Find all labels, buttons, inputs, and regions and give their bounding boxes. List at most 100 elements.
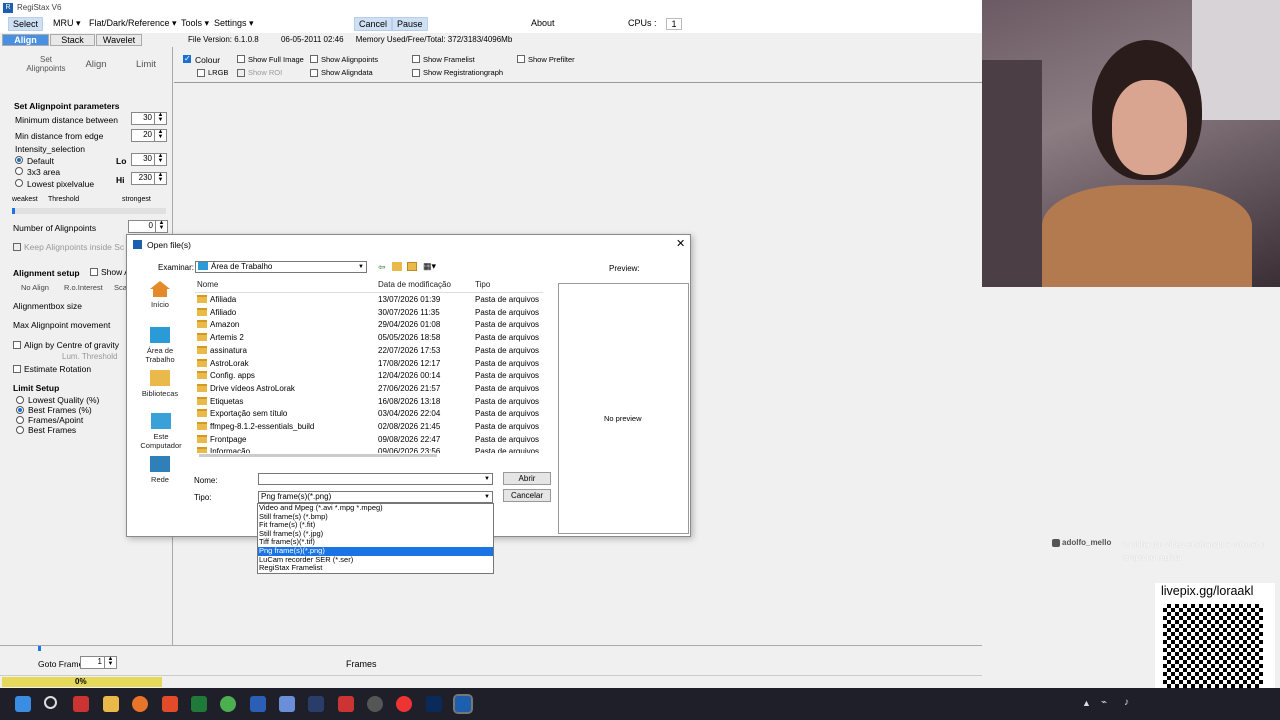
abrir-button[interactable]: Abrir [503, 472, 551, 485]
nav-area-trabalho[interactable]: Área de Trabalho [136, 327, 184, 364]
lowest-pixel-radio[interactable] [15, 179, 23, 187]
filetype-option[interactable]: RegiStax Framelist [258, 564, 493, 573]
word-icon[interactable] [250, 696, 266, 712]
search-icon[interactable] [44, 696, 57, 709]
no-align-button[interactable]: No Align [21, 283, 49, 292]
media-player-icon[interactable] [396, 696, 412, 712]
estimate-rotation-checkbox[interactable] [13, 365, 21, 373]
tray-chevron-icon[interactable]: ▲ [1082, 698, 1091, 708]
hi-spinner[interactable]: 230 ▲ ▼ [131, 172, 167, 185]
area3x3-radio[interactable] [15, 167, 23, 175]
lo-spinner[interactable]: 30 ▲ ▼ [131, 153, 167, 166]
list-item[interactable]: ffmpeg-8.1.2-essentials_build 02/08/2026… [197, 422, 539, 435]
show-framelist-checkbox[interactable] [412, 55, 420, 63]
default-radio[interactable] [15, 156, 23, 164]
network-tray-icon[interactable]: ⌁ [1101, 697, 1107, 708]
menu-settings[interactable]: Settings ▾ [214, 18, 254, 29]
view-menu-icon[interactable]: ▦▾ [423, 261, 436, 272]
nav-bibliotecas[interactable]: Bibliotecas [136, 370, 184, 398]
sca-button[interactable]: Sca [114, 283, 127, 292]
pause-button[interactable]: Pause [392, 17, 428, 31]
menu-mru[interactable]: MRU ▾ [53, 18, 81, 29]
file-list[interactable]: Nome Data de modificação Tipo Afiliada 1… [195, 280, 543, 453]
list-item[interactable]: Drive vídeos AstroLorak 27/06/2026 21:57… [197, 383, 539, 397]
frames-apoint-radio[interactable] [16, 416, 24, 424]
brave-icon[interactable] [162, 696, 178, 712]
show-a-checkbox[interactable] [90, 268, 98, 276]
horizontal-scrollbar[interactable] [199, 454, 437, 457]
min-dist-between-spinner[interactable]: 30 ▲ ▼ [131, 112, 167, 125]
best-frames-pct-radio[interactable] [16, 406, 24, 414]
frame-slider-thumb[interactable] [38, 646, 41, 651]
app-icon-1[interactable] [73, 696, 89, 712]
show-aligndata-checkbox[interactable] [310, 69, 318, 77]
tab-stack[interactable]: Stack [50, 34, 95, 46]
show-alignpoints-checkbox[interactable] [310, 55, 318, 63]
menu-about[interactable]: About [531, 18, 555, 28]
goto-frame-label: Goto Frame [38, 659, 84, 669]
min-dist-edge-spinner[interactable]: 20 ▲ ▼ [131, 129, 167, 142]
filename-input[interactable]: ▼ [258, 473, 493, 485]
tab-wavelet[interactable]: Wavelet [96, 34, 142, 46]
threshold-slider[interactable] [12, 208, 166, 214]
list-item[interactable]: Config. apps 12/04/2026 00:14 Pasta de a… [197, 371, 539, 384]
list-item[interactable]: assinatura 22/07/2026 17:53 Pasta de arq… [197, 345, 539, 359]
list-item[interactable]: Artemis 2 05/05/2026 18:58 Pasta de arqu… [197, 333, 539, 346]
show-full-image-label: Show Full Image [248, 55, 304, 64]
lowest-quality-radio[interactable] [16, 396, 24, 404]
set-alignpoints-button[interactable]: Set Alignpoints [22, 55, 70, 81]
show-full-image-checkbox[interactable] [237, 55, 245, 63]
cancelar-button[interactable]: Cancelar [503, 489, 551, 502]
show-reggraph-checkbox[interactable] [412, 69, 420, 77]
mic-tray-icon[interactable]: ♪ [1124, 697, 1129, 708]
list-item[interactable]: Afiliado 30/07/2026 11:35 Pasta de arqui… [197, 307, 539, 321]
lrgb-checkbox[interactable] [197, 69, 205, 77]
goto-frame-spinner[interactable]: 1 ▲ ▼ [80, 656, 117, 669]
nav-inicio[interactable]: Início [136, 281, 184, 309]
list-item[interactable]: Amazon 29/04/2026 01:08 Pasta de arquivo… [197, 320, 539, 333]
up-folder-icon[interactable] [392, 262, 402, 271]
tab-align[interactable]: Align [2, 34, 49, 46]
menu-select[interactable]: Select [8, 17, 44, 31]
filetype-select[interactable]: Png frame(s)(*.png) ▼ [258, 491, 493, 503]
location-combo[interactable]: Área de Trabalho ▼ [195, 261, 367, 273]
num-alignpoints-spinner[interactable]: 0 ▲ ▼ [128, 220, 168, 233]
list-item[interactable]: Afiliada 13/07/2026 01:39 Pasta de arqui… [197, 295, 539, 308]
align-button[interactable]: Align [76, 55, 116, 81]
new-folder-icon[interactable] [407, 262, 417, 271]
list-item[interactable]: Frontpage 09/08/2026 22:47 Pasta de arqu… [197, 434, 539, 448]
app-icon-3[interactable] [338, 696, 354, 712]
menu-flat-dark-reference[interactable]: Flat/Dark/Reference ▾ [89, 18, 177, 29]
limit-button[interactable]: Limit [126, 55, 166, 81]
firefox-icon[interactable] [132, 696, 148, 712]
keep-inside-checkbox[interactable] [13, 243, 21, 251]
colour-checkbox[interactable] [183, 54, 191, 63]
best-frames-radio[interactable] [16, 426, 24, 434]
show-roi-checkbox[interactable] [237, 69, 245, 77]
cancel-button[interactable]: Cancel [354, 17, 393, 31]
list-item[interactable]: Informação 09/06/2026 23:56 Pasta de arq… [197, 447, 539, 453]
slider-thumb[interactable] [12, 208, 15, 214]
windows-start-icon[interactable] [15, 696, 31, 712]
close-icon[interactable]: ✕ [676, 237, 685, 250]
app-icon-2[interactable] [279, 696, 295, 712]
nav-este-computador[interactable]: Este Computador [132, 413, 190, 450]
file-explorer-icon[interactable] [103, 696, 119, 712]
roi-button[interactable]: R.o.Interest [64, 283, 103, 292]
list-item[interactable]: AstroLorak 17/08/2026 12:17 Pasta de arq… [197, 358, 539, 372]
excel-icon[interactable] [191, 696, 207, 712]
lightroom-icon[interactable] [308, 696, 324, 712]
app-icon-4[interactable] [367, 696, 383, 712]
align-centre-checkbox[interactable] [13, 341, 21, 349]
menu-tools[interactable]: Tools ▾ [181, 18, 209, 29]
cpus-spinner[interactable]: 1 [666, 18, 682, 30]
registax-taskbar-icon[interactable] [453, 694, 473, 714]
photoshop-icon[interactable] [426, 696, 442, 712]
nav-rede[interactable]: Rede [136, 456, 184, 484]
list-item[interactable]: Exportação sem título 03/04/2026 22:04 P… [197, 409, 539, 422]
filetype-dropdown[interactable]: Video and Mpeg (*.avi *.mpg *.mpeg) Still… [257, 503, 494, 574]
chrome-icon[interactable] [220, 696, 236, 712]
list-item[interactable]: Etiquetas 16/08/2026 13:18 Pasta de arqu… [197, 396, 539, 410]
back-icon[interactable]: ⇦ [378, 262, 386, 273]
show-prefilter-checkbox[interactable] [517, 55, 525, 63]
